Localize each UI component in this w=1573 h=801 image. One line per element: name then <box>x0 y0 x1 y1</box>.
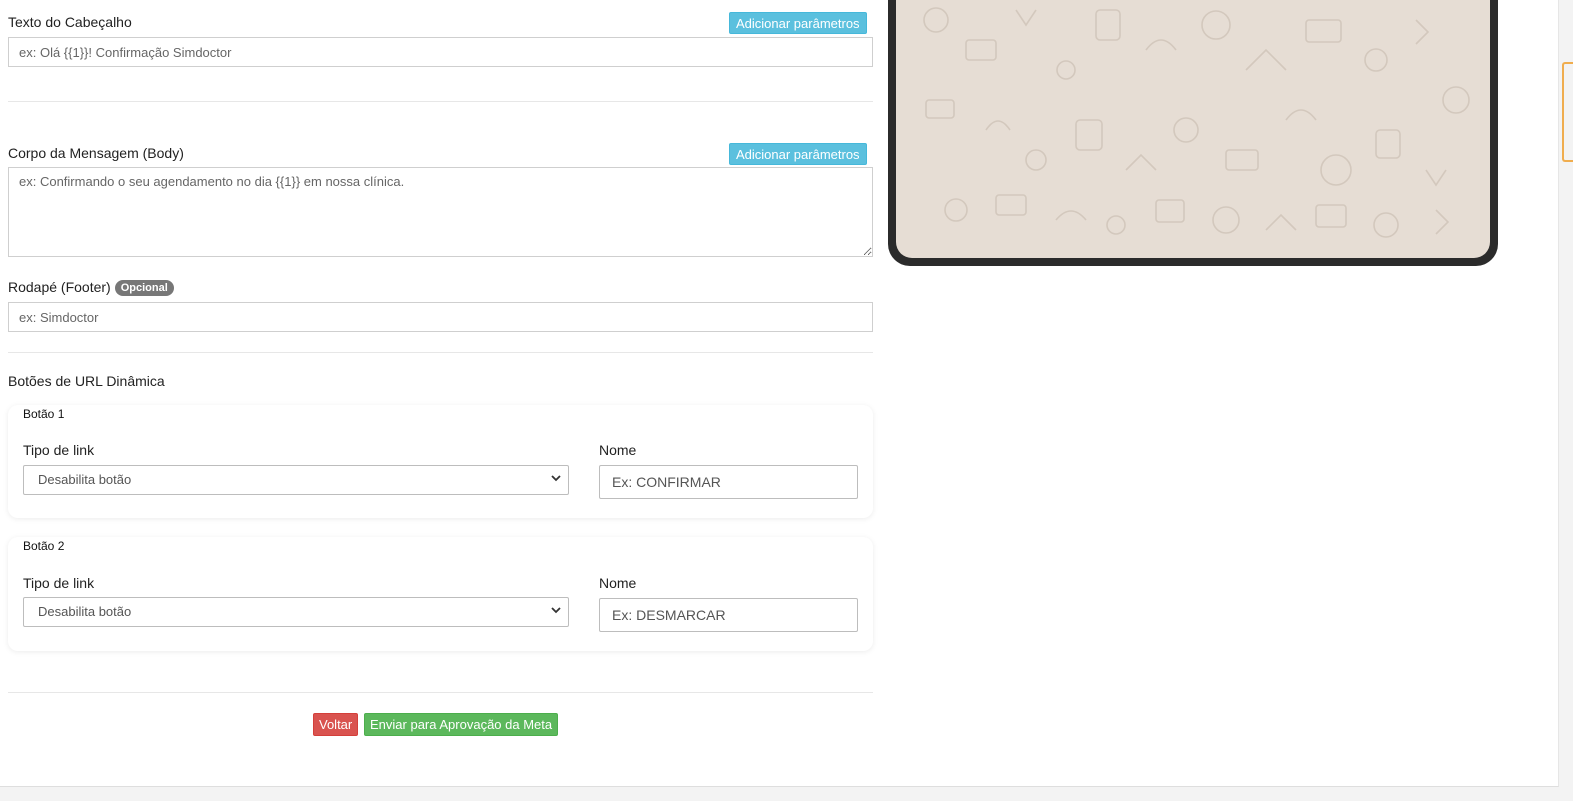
divider <box>8 101 873 102</box>
chevron-down-icon <box>551 607 561 614</box>
header-add-params-button[interactable]: Adicionar parâmetros <box>729 12 867 34</box>
body-text-label: Corpo da Mensagem (Body) <box>8 145 184 161</box>
submit-for-approval-button[interactable]: Enviar para Aprovação da Meta <box>364 713 559 736</box>
body-add-params-button[interactable]: Adicionar parâmetros <box>729 143 867 165</box>
chat-wallpaper-doodle-icon <box>923 7 1470 238</box>
back-button[interactable]: Voltar <box>313 713 359 736</box>
divider <box>8 352 873 353</box>
dynamic-buttons-section-title: Botões de URL Dinâmica <box>8 373 165 389</box>
button-1-link-type-select[interactable]: Desabilita botão <box>23 465 569 495</box>
button-1-link-type-value: Desabilita botão <box>38 472 132 487</box>
body-text-textarea[interactable] <box>8 167 873 257</box>
button-2-link-type-value: Desabilita botão <box>38 604 132 619</box>
side-accent-tab <box>1562 62 1573 162</box>
button-1-card: Botão 1 Tipo de link Desabilita botão No… <box>8 405 873 518</box>
button-1-title: Botão 1 <box>23 407 65 421</box>
template-form-panel: Texto do Cabeçalho Adicionar parâmetros … <box>0 0 1559 787</box>
footer-text-label: Rodapé (Footer) Opcional <box>8 279 174 296</box>
button-2-name-input[interactable] <box>599 598 858 632</box>
button-2-link-type-select[interactable]: Desabilita botão <box>23 597 569 627</box>
button-2-title: Botão 2 <box>23 539 65 553</box>
button-1-name-label: Nome <box>599 442 637 458</box>
divider <box>8 692 873 693</box>
button-2-link-type-label: Tipo de link <box>23 575 95 591</box>
footer-text-input[interactable] <box>8 302 873 332</box>
footer-label-text: Rodapé (Footer) <box>8 279 111 295</box>
optional-badge: Opcional <box>114 280 174 296</box>
button-1-link-type-label: Tipo de link <box>23 442 95 458</box>
chat-background <box>896 0 1490 258</box>
header-text-input[interactable] <box>8 37 873 67</box>
header-text-label: Texto do Cabeçalho <box>8 14 132 30</box>
button-2-name-label: Nome <box>599 575 637 591</box>
button-2-card: Botão 2 Tipo de link Desabilita botão No… <box>8 537 873 651</box>
phone-preview-frame <box>888 0 1498 266</box>
chevron-down-icon <box>551 475 561 482</box>
button-1-name-input[interactable] <box>599 465 858 499</box>
